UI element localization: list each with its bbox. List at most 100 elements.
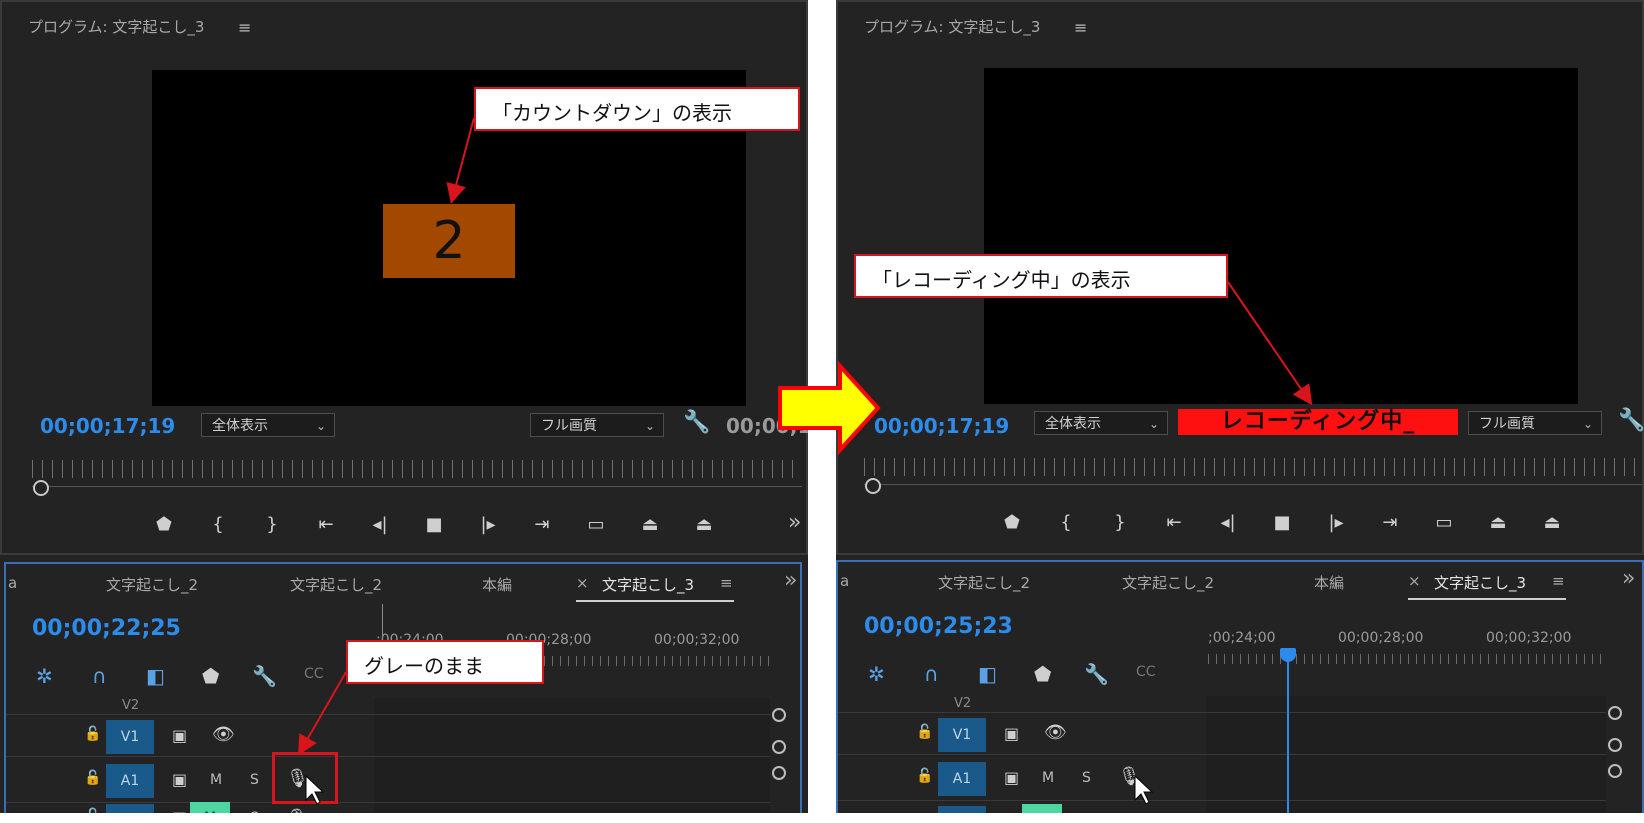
track-target-a1[interactable]: A1 [938,762,986,796]
tab-sequence-3[interactable]: 文字起こし_3 [602,574,694,595]
close-tab-icon[interactable]: × [1408,572,1421,590]
extract-icon[interactable]: ⏏ [1538,512,1566,533]
tab-sequence-2a[interactable]: 文字起こし_2 [106,574,198,595]
mute-button-active[interactable]: M [190,802,230,813]
microphone-icon[interactable]: 🎙 [1118,766,1141,787]
go-to-in-icon[interactable]: ⇤ [1160,512,1188,533]
step-forward-icon[interactable]: |▸ [1322,512,1350,533]
playhead-handle[interactable] [865,478,881,494]
tab-sequence-3[interactable]: 文字起こし_3 [1434,572,1526,593]
timeline-settings-wrench-icon[interactable]: 🔧 [252,664,277,688]
tab-a[interactable]: a [8,574,17,592]
overflow-icon[interactable]: » [1622,566,1635,591]
step-back-icon[interactable]: ◂| [366,514,394,535]
panel-menu-icon[interactable]: ≡ [1074,18,1087,37]
add-marker-icon[interactable]: ⬟ [202,664,219,688]
settings-wrench-icon[interactable]: 🔧 [683,410,710,435]
go-to-in-icon[interactable]: ⇤ [312,514,340,535]
extract-icon[interactable]: ⏏ [690,514,718,535]
playhead-timecode[interactable]: 00;00;17;19 [874,414,1009,438]
scroll-handle[interactable] [1608,738,1622,752]
timeline-settings-wrench-icon[interactable]: 🔧 [1084,662,1109,686]
timeline-playhead[interactable] [1287,654,1289,813]
sequence-timecode[interactable]: 00;00;22;25 [32,616,181,641]
monitor-ruler[interactable] [864,458,1642,476]
microphone-icon[interactable]: 🎙 [286,808,309,813]
tab-main[interactable]: 本編 [1314,572,1344,593]
eye-icon[interactable]: 👁 [1044,722,1067,743]
track-target-v1[interactable]: V1 [106,720,154,754]
lock-icon[interactable]: 🔓 [916,724,933,740]
tab-sequence-2a[interactable]: 文字起こし_2 [938,572,1030,593]
playhead-timecode[interactable]: 00;00;17;19 [40,414,175,438]
quality-dropdown[interactable]: フル画質 ⌄ [1468,411,1602,435]
lift-icon[interactable]: ⏏ [1484,512,1512,533]
stop-icon[interactable]: ■ [420,514,448,535]
overflow-icon[interactable]: » [784,568,797,593]
mark-in-icon[interactable]: { [204,514,232,535]
stop-icon[interactable]: ■ [1268,512,1296,533]
solo-button[interactable]: S [250,810,259,813]
scroll-handle[interactable] [772,740,786,754]
go-to-out-icon[interactable]: ⇥ [528,514,556,535]
scroll-handle[interactable] [1608,706,1622,720]
linked-selection-icon[interactable]: ◧ [978,662,997,686]
marker-icon[interactable]: ⬟ [998,512,1026,533]
fit-dropdown[interactable]: 全体表示 ⌄ [201,413,335,437]
scroll-handle[interactable] [772,708,786,722]
go-to-out-icon[interactable]: ⇥ [1376,512,1404,533]
sync-lock-icon[interactable]: ▣ [172,808,187,813]
track-target-a1[interactable]: A1 [106,764,154,798]
add-marker-icon[interactable]: ⬟ [1034,662,1051,686]
scrub-bar[interactable] [32,486,802,487]
timeline-ruler-ticks[interactable] [1208,654,1608,664]
sync-lock-icon[interactable]: ▣ [172,770,187,789]
tab-menu-icon[interactable]: ≡ [720,574,733,592]
lift-icon[interactable]: ⏏ [636,514,664,535]
fit-dropdown[interactable]: 全体表示 ⌄ [1034,411,1168,435]
captions-icon[interactable]: CC [1136,664,1156,680]
tab-main[interactable]: 本編 [482,574,512,595]
step-forward-icon[interactable]: |▸ [474,514,502,535]
lock-icon[interactable]: 🔓 [84,770,101,786]
lock-icon[interactable]: 🔓 [84,726,101,742]
monitor-ruler[interactable] [32,460,802,478]
snap-icon[interactable]: ✲ [868,662,885,686]
track-target-a2[interactable] [938,806,986,813]
quality-dropdown[interactable]: フル画質 ⌄ [530,413,664,437]
track-target-a2[interactable]: A2 [106,804,154,813]
sync-lock-icon[interactable]: ▣ [172,726,187,745]
close-tab-icon[interactable]: × [576,574,589,592]
overflow-icon[interactable]: » [788,510,801,535]
eye-icon[interactable]: 👁 [212,724,235,745]
tab-menu-icon[interactable]: ≡ [1552,572,1565,590]
settings-wrench-icon[interactable]: 🔧 [1618,408,1644,433]
mute-button[interactable]: M [210,772,222,788]
tab-sequence-2b[interactable]: 文字起こし_2 [290,574,382,595]
insert-icon[interactable]: ▭ [582,514,610,535]
linked-selection-icon[interactable]: ◧ [146,664,165,688]
snap-icon[interactable]: ✲ [36,664,53,688]
playhead-handle[interactable] [33,480,49,496]
magnet-icon[interactable]: ∩ [924,662,939,686]
tab-sequence-2b[interactable]: 文字起こし_2 [1122,572,1214,593]
mark-in-icon[interactable]: { [1052,512,1080,533]
mute-button-active[interactable] [1022,804,1062,813]
lock-icon[interactable]: 🔓 [916,768,933,784]
tab-a[interactable]: a [840,572,849,590]
insert-icon[interactable]: ▭ [1430,512,1458,533]
captions-icon[interactable]: CC [304,666,324,682]
solo-button[interactable]: S [1082,770,1091,786]
step-back-icon[interactable]: ◂| [1214,512,1242,533]
sync-lock-icon[interactable]: ▣ [1004,768,1019,787]
lock-icon[interactable]: 🔓 [84,808,101,813]
scrub-bar[interactable] [864,484,1642,485]
magnet-icon[interactable]: ∩ [92,664,107,688]
mute-button[interactable]: M [1042,770,1054,786]
mark-out-icon[interactable]: } [258,514,286,535]
panel-menu-icon[interactable]: ≡ [238,18,251,37]
sequence-timecode[interactable]: 00;00;25;23 [864,614,1013,639]
mark-out-icon[interactable]: } [1106,512,1134,533]
scroll-handle[interactable] [1608,764,1622,778]
track-target-v1[interactable]: V1 [938,718,986,752]
